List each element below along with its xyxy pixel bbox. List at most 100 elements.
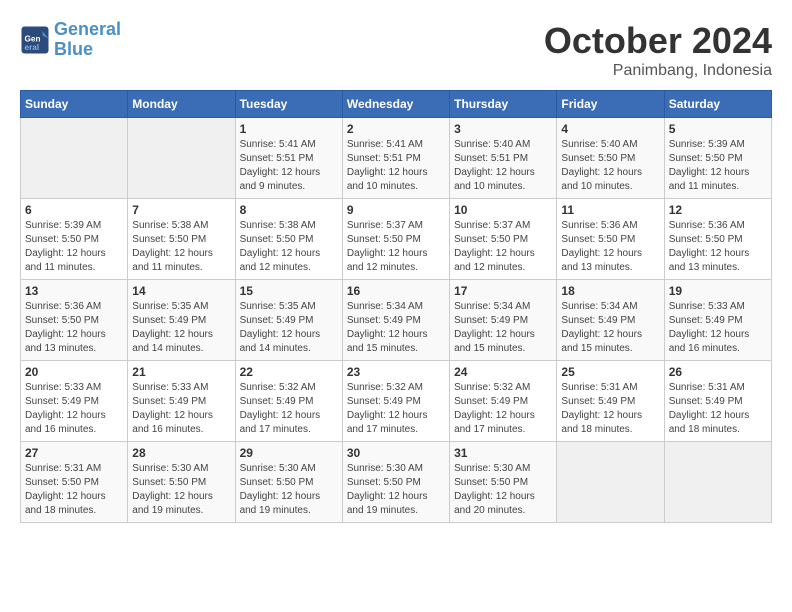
calendar-cell — [557, 442, 664, 523]
calendar-cell: 1 Sunrise: 5:41 AMSunset: 5:51 PMDaylight… — [235, 118, 342, 199]
day-number: 23 — [347, 365, 445, 379]
calendar-cell — [21, 118, 128, 199]
day-info: Sunrise: 5:31 AMSunset: 5:49 PMDaylight:… — [561, 381, 659, 437]
calendar-cell: 10 Sunrise: 5:37 AMSunset: 5:50 PMDayligh… — [450, 199, 557, 280]
day-info: Sunrise: 5:30 AMSunset: 5:50 PMDaylight:… — [347, 462, 445, 518]
day-number: 12 — [669, 203, 767, 217]
day-info: Sunrise: 5:35 AMSunset: 5:49 PMDaylight:… — [240, 300, 338, 356]
day-number: 8 — [240, 203, 338, 217]
day-number: 14 — [132, 284, 230, 298]
day-info: Sunrise: 5:32 AMSunset: 5:49 PMDaylight:… — [454, 381, 552, 437]
logo-text: General Blue — [54, 20, 121, 60]
day-info: Sunrise: 5:39 AMSunset: 5:50 PMDaylight:… — [669, 138, 767, 194]
weekday-header-thursday: Thursday — [450, 91, 557, 118]
day-number: 11 — [561, 203, 659, 217]
calendar-cell: 27Sunrise: 5:31 AMSunset: 5:50 PMDayligh… — [21, 442, 128, 523]
weekday-header-tuesday: Tuesday — [235, 91, 342, 118]
day-info: Sunrise: 5:30 AMSunset: 5:50 PMDaylight:… — [132, 462, 230, 518]
month-title: October 2024 — [544, 20, 772, 62]
day-info: Sunrise: 5:30 AMSunset: 5:50 PMDaylight:… — [240, 462, 338, 518]
day-number: 29 — [240, 446, 338, 460]
calendar-cell: 24Sunrise: 5:32 AMSunset: 5:49 PMDayligh… — [450, 361, 557, 442]
calendar-cell: 5 Sunrise: 5:39 AMSunset: 5:50 PMDaylight… — [664, 118, 771, 199]
day-info: Sunrise: 5:30 AMSunset: 5:50 PMDaylight:… — [454, 462, 552, 518]
day-info: Sunrise: 5:37 AMSunset: 5:50 PMDaylight:… — [454, 219, 552, 275]
day-info: Sunrise: 5:33 AMSunset: 5:49 PMDaylight:… — [132, 381, 230, 437]
day-number: 16 — [347, 284, 445, 298]
day-info: Sunrise: 5:41 AMSunset: 5:51 PMDaylight:… — [240, 138, 338, 194]
day-number: 3 — [454, 122, 552, 136]
day-info: Sunrise: 5:40 AMSunset: 5:51 PMDaylight:… — [454, 138, 552, 194]
calendar-cell: 25 Sunrise: 5:31 AMSunset: 5:49 PMDayligh… — [557, 361, 664, 442]
day-info: Sunrise: 5:33 AMSunset: 5:49 PMDaylight:… — [25, 381, 123, 437]
calendar-cell: 15 Sunrise: 5:35 AMSunset: 5:49 PMDayligh… — [235, 280, 342, 361]
calendar-table: SundayMondayTuesdayWednesdayThursdayFrid… — [20, 90, 772, 523]
calendar-cell: 18Sunrise: 5:34 AMSunset: 5:49 PMDayligh… — [557, 280, 664, 361]
calendar-cell: 31 Sunrise: 5:30 AMSunset: 5:50 PMDayligh… — [450, 442, 557, 523]
calendar-cell — [128, 118, 235, 199]
day-info: Sunrise: 5:31 AMSunset: 5:49 PMDaylight:… — [669, 381, 767, 437]
calendar-cell — [664, 442, 771, 523]
calendar-cell: 11 Sunrise: 5:36 AMSunset: 5:50 PMDayligh… — [557, 199, 664, 280]
calendar-cell: 8 Sunrise: 5:38 AMSunset: 5:50 PMDaylight… — [235, 199, 342, 280]
calendar-cell: 12 Sunrise: 5:36 AMSunset: 5:50 PMDayligh… — [664, 199, 771, 280]
calendar-cell: 13 Sunrise: 5:36 AMSunset: 5:50 PMDayligh… — [21, 280, 128, 361]
day-info: Sunrise: 5:38 AMSunset: 5:50 PMDaylight:… — [132, 219, 230, 275]
day-info: Sunrise: 5:37 AMSunset: 5:50 PMDaylight:… — [347, 219, 445, 275]
day-number: 19 — [669, 284, 767, 298]
calendar-cell: 19Sunrise: 5:33 AMSunset: 5:49 PMDayligh… — [664, 280, 771, 361]
day-number: 31 — [454, 446, 552, 460]
logo-icon: Gen eral — [20, 25, 50, 55]
calendar-week-row: 13 Sunrise: 5:36 AMSunset: 5:50 PMDayligh… — [21, 280, 772, 361]
day-number: 4 — [561, 122, 659, 136]
calendar-cell: 17 Sunrise: 5:34 AMSunset: 5:49 PMDayligh… — [450, 280, 557, 361]
logo-line2: Blue — [54, 39, 93, 59]
calendar-cell: 2Sunrise: 5:41 AMSunset: 5:51 PMDaylight… — [342, 118, 449, 199]
weekday-header-wednesday: Wednesday — [342, 91, 449, 118]
location-subtitle: Panimbang, Indonesia — [544, 62, 772, 80]
day-number: 22 — [240, 365, 338, 379]
day-info: Sunrise: 5:36 AMSunset: 5:50 PMDaylight:… — [25, 300, 123, 356]
day-number: 5 — [669, 122, 767, 136]
day-info: Sunrise: 5:39 AMSunset: 5:50 PMDaylight:… — [25, 219, 123, 275]
logo-line1: General — [54, 19, 121, 39]
calendar-cell: 7 Sunrise: 5:38 AMSunset: 5:50 PMDaylight… — [128, 199, 235, 280]
calendar-week-row: 20 Sunrise: 5:33 AMSunset: 5:49 PMDayligh… — [21, 361, 772, 442]
title-block: October 2024 Panimbang, Indonesia — [544, 20, 772, 80]
calendar-week-row: 1 Sunrise: 5:41 AMSunset: 5:51 PMDaylight… — [21, 118, 772, 199]
day-number: 20 — [25, 365, 123, 379]
day-info: Sunrise: 5:36 AMSunset: 5:50 PMDaylight:… — [561, 219, 659, 275]
calendar-cell: 20 Sunrise: 5:33 AMSunset: 5:49 PMDayligh… — [21, 361, 128, 442]
calendar-cell: 22Sunrise: 5:32 AMSunset: 5:49 PMDayligh… — [235, 361, 342, 442]
day-number: 25 — [561, 365, 659, 379]
page-header: Gen eral General Blue October 2024 Panim… — [20, 20, 772, 80]
day-info: Sunrise: 5:32 AMSunset: 5:49 PMDaylight:… — [347, 381, 445, 437]
calendar-cell: 6 Sunrise: 5:39 AMSunset: 5:50 PMDaylight… — [21, 199, 128, 280]
day-number: 10 — [454, 203, 552, 217]
calendar-cell: 21Sunrise: 5:33 AMSunset: 5:49 PMDayligh… — [128, 361, 235, 442]
day-number: 17 — [454, 284, 552, 298]
day-number: 6 — [25, 203, 123, 217]
day-info: Sunrise: 5:38 AMSunset: 5:50 PMDaylight:… — [240, 219, 338, 275]
calendar-cell: 26 Sunrise: 5:31 AMSunset: 5:49 PMDayligh… — [664, 361, 771, 442]
calendar-cell: 30 Sunrise: 5:30 AMSunset: 5:50 PMDayligh… — [342, 442, 449, 523]
day-info: Sunrise: 5:34 AMSunset: 5:49 PMDaylight:… — [454, 300, 552, 356]
day-number: 26 — [669, 365, 767, 379]
day-number: 13 — [25, 284, 123, 298]
weekday-header-sunday: Sunday — [21, 91, 128, 118]
day-number: 1 — [240, 122, 338, 136]
day-info: Sunrise: 5:41 AMSunset: 5:51 PMDaylight:… — [347, 138, 445, 194]
calendar-cell: 4 Sunrise: 5:40 AMSunset: 5:50 PMDaylight… — [557, 118, 664, 199]
day-number: 30 — [347, 446, 445, 460]
calendar-cell: 23 Sunrise: 5:32 AMSunset: 5:49 PMDayligh… — [342, 361, 449, 442]
day-info: Sunrise: 5:34 AMSunset: 5:49 PMDaylight:… — [347, 300, 445, 356]
day-number: 15 — [240, 284, 338, 298]
weekday-header-monday: Monday — [128, 91, 235, 118]
calendar-week-row: 6 Sunrise: 5:39 AMSunset: 5:50 PMDaylight… — [21, 199, 772, 280]
day-info: Sunrise: 5:40 AMSunset: 5:50 PMDaylight:… — [561, 138, 659, 194]
day-number: 27 — [25, 446, 123, 460]
day-info: Sunrise: 5:36 AMSunset: 5:50 PMDaylight:… — [669, 219, 767, 275]
day-info: Sunrise: 5:34 AMSunset: 5:49 PMDaylight:… — [561, 300, 659, 356]
day-number: 7 — [132, 203, 230, 217]
logo: Gen eral General Blue — [20, 20, 121, 60]
